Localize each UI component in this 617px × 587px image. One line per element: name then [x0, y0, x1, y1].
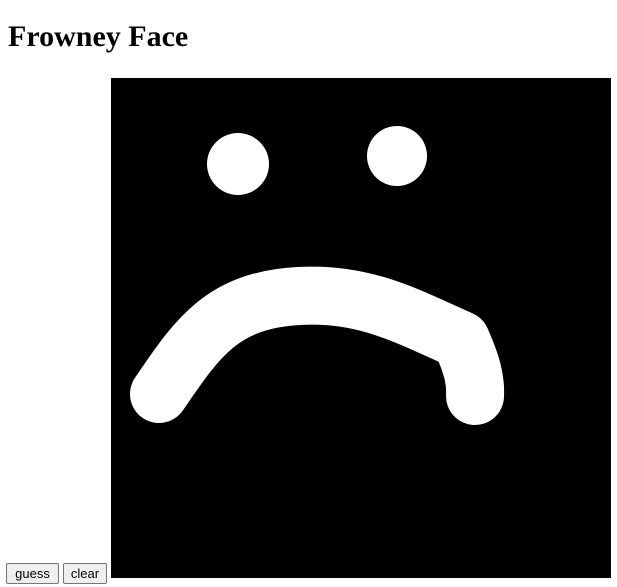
- drawing-canvas[interactable]: [111, 78, 611, 578]
- right-eye-stroke: [367, 126, 427, 186]
- guess-button[interactable]: guess: [6, 563, 59, 584]
- left-eye-stroke: [207, 133, 269, 195]
- controls-bar: guess clear: [6, 563, 107, 584]
- frown-mouth-stroke: [130, 266, 505, 425]
- clear-button[interactable]: clear: [63, 563, 107, 584]
- page-title: Frowney Face: [8, 20, 189, 53]
- drawing-surface: [130, 126, 505, 425]
